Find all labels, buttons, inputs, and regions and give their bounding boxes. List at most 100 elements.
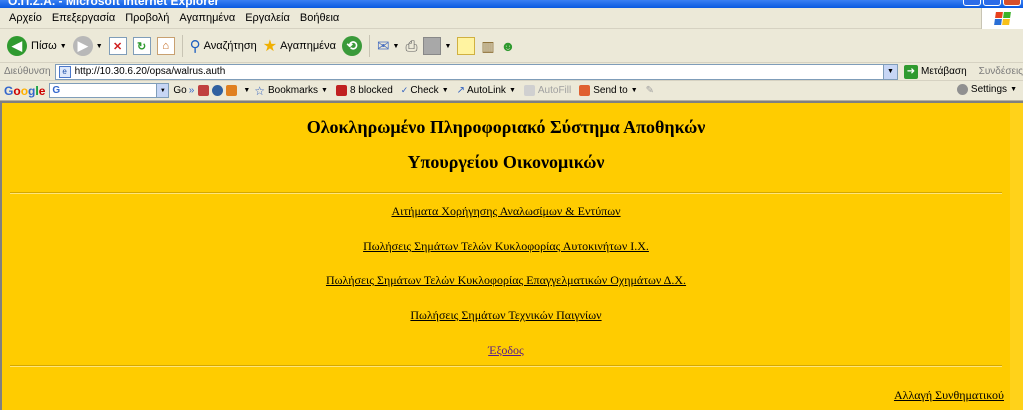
forward-arrow-icon: ▶ [72, 36, 93, 56]
forward-dropdown-icon[interactable]: ▼ [96, 43, 103, 50]
go-arrow-icon: ➜ [903, 64, 918, 79]
history-icon: ⟲ [341, 36, 362, 56]
google-g-icon: G [52, 85, 61, 96]
back-label: Πίσω [31, 40, 57, 52]
back-arrow-icon: ◀ [7, 36, 27, 56]
mail-icon: ✉ [376, 38, 390, 55]
maximize-button[interactable] [983, 0, 1001, 6]
research-icon: ▥ [481, 37, 495, 54]
sendto-button[interactable]: Send to ▼ [579, 85, 638, 96]
menu-tools[interactable]: Εργαλεία [240, 12, 295, 24]
refresh-button[interactable]: ↻ [130, 33, 154, 59]
autolink-button[interactable]: ↗ AutoLink ▼ [457, 85, 516, 96]
search-button[interactable]: ⚲ Αναζήτηση [187, 33, 260, 59]
autolink-dropdown-icon: ▼ [508, 87, 516, 94]
toolbar-separator [368, 35, 370, 57]
minimize-button[interactable] [963, 0, 981, 6]
back-dropdown-icon[interactable]: ▼ [60, 43, 67, 50]
spellcheck-icon: ✓ [400, 85, 409, 95]
autofill-label: AutoFill [537, 85, 572, 96]
menu-edit[interactable]: Επεξεργασία [47, 12, 120, 24]
standard-toolbar: ◀ Πίσω ▼ ▶ ▼ ✕ ↻ ⌂ ⚲ Αναζήτηση ★ Αγαπημέ… [0, 30, 1023, 63]
discuss-button[interactable] [454, 33, 478, 59]
close-button[interactable] [1003, 0, 1021, 6]
bookmarks-star-icon: ☆ [254, 83, 266, 98]
autofill-icon [523, 85, 535, 96]
menu-file[interactable]: Αρχείο [4, 12, 47, 24]
address-label: Διεύθυνση [4, 66, 51, 77]
favorites-label: Αγαπημένα [280, 40, 336, 52]
link-change-password[interactable]: Αλλαγή Συνθηματικού [894, 388, 1004, 403]
bookmarks-label: Bookmarks [268, 85, 319, 96]
mail-dropdown-icon[interactable]: ▼ [393, 43, 400, 50]
search-site-icon[interactable] [212, 85, 224, 96]
toolbar-separator [181, 35, 183, 57]
link-logout[interactable]: Έξοδος [2, 343, 1010, 358]
highlight-button[interactable]: ✎ [646, 85, 654, 96]
favorites-button[interactable]: ★ Αγαπημένα [260, 33, 339, 59]
spellcheck-button[interactable]: ✓ Check ▼ [401, 85, 449, 96]
research-button[interactable]: ▥ [478, 33, 497, 59]
address-input[interactable] [74, 66, 875, 77]
google-toolbar: Google G ▼ Go » ▼ ☆ Bookmarks ▼ 8 blocke… [0, 81, 1023, 101]
favorites-star-icon: ★ [262, 38, 278, 55]
menu-help[interactable]: Βοήθεια [295, 12, 344, 24]
windows-flag-icon [994, 12, 1011, 25]
link-technical-games-sales[interactable]: Πωλήσεις Σημάτων Τεχνικών Παιγνίων [2, 308, 1010, 323]
page-title: Ολοκληρωμένο Πληροφοριακό Σύστημα Αποθηκ… [306, 117, 706, 137]
window-title: Ο.Π.Σ.Α. - Microsoft Internet Explorer [8, 0, 220, 8]
window-controls [963, 0, 1021, 6]
search-label: Αναζήτηση [203, 40, 257, 52]
home-button[interactable]: ⌂ [154, 33, 178, 59]
link-supplies-requests[interactable]: Αιτήματα Χορήγησης Αναλωσίμων & Εντύπων [2, 204, 1010, 219]
horizontal-rule [10, 192, 1002, 194]
sendto-label: Send to [593, 85, 628, 96]
messenger-button[interactable]: ☻ [498, 33, 519, 59]
forward-button[interactable]: ▶ ▼ [70, 33, 106, 59]
settings-gear-icon [956, 84, 968, 95]
autolink-label: AutoLink [467, 85, 506, 96]
note-icon [457, 37, 476, 55]
popup-blocker-icon [335, 85, 347, 96]
google-search-box[interactable]: G ▼ [49, 83, 170, 98]
page-subtitle: Υπουργείου Οικονομικών [407, 152, 605, 172]
settings-button[interactable]: Settings ▼ [956, 84, 1017, 95]
bookmarks-dropdown-icon: ▼ [321, 87, 328, 94]
check-label: Check [410, 85, 439, 96]
links-label[interactable]: Συνδέσεις [979, 66, 1023, 77]
print-icon: ⎙ [405, 37, 418, 55]
tools-dropdown-icon[interactable]: ▼ [243, 87, 250, 94]
messenger-icon: ☻ [500, 38, 516, 54]
sendto-icon [579, 85, 591, 96]
news-icon[interactable] [226, 85, 238, 96]
history-button[interactable]: ⟲ [339, 33, 365, 59]
search-icon: ⚲ [189, 38, 201, 55]
home-icon: ⌂ [156, 37, 175, 55]
bookmarks-button[interactable]: ☆ Bookmarks ▼ [254, 84, 328, 98]
autofill-button[interactable]: AutoFill [523, 85, 572, 96]
link-commercial-vehicle-tax-sales[interactable]: Πωλήσεις Σημάτων Τελών Κυκλοφορίας Επαγγ… [2, 273, 1010, 288]
google-logo[interactable]: Google [4, 84, 45, 98]
address-field[interactable]: e ▼ [54, 63, 898, 80]
pagerank-icon[interactable] [198, 85, 210, 96]
edit-button[interactable]: ▼ [420, 33, 454, 59]
menu-favorites[interactable]: Αγαπημένα [174, 12, 240, 24]
window-title-bar[interactable]: Ο.Π.Σ.Α. - Microsoft Internet Explorer [0, 0, 1023, 8]
google-search-dropdown-icon[interactable]: ▼ [156, 84, 169, 97]
go-label: Μετάβαση [920, 66, 967, 77]
horizontal-rule [10, 365, 1002, 367]
popup-blocker-button[interactable]: 8 blocked [335, 85, 393, 96]
back-button[interactable]: ◀ Πίσω ▼ [4, 33, 70, 59]
stop-button[interactable]: ✕ [106, 33, 130, 59]
go-button[interactable]: ➜ Μετάβαση [903, 64, 967, 79]
google-go-button[interactable]: Go » [173, 85, 194, 96]
menu-view[interactable]: Προβολή [120, 12, 174, 24]
print-button[interactable]: ⎙ [402, 33, 420, 59]
address-dropdown-icon[interactable]: ▼ [882, 64, 897, 79]
link-private-vehicle-tax-sales[interactable]: Πωλήσεις Σημάτων Τελών Κυκλοφορίας Αυτοκ… [2, 239, 1010, 254]
mail-button[interactable]: ✉ ▼ [374, 33, 403, 59]
edit-dropdown-icon[interactable]: ▼ [444, 43, 451, 50]
page-content: Ολοκληρωμένο Πληροφοριακό Σύστημα Αποθηκ… [0, 101, 1023, 410]
vertical-scrollbar[interactable] [1010, 103, 1023, 410]
google-go-label: Go [173, 85, 187, 96]
